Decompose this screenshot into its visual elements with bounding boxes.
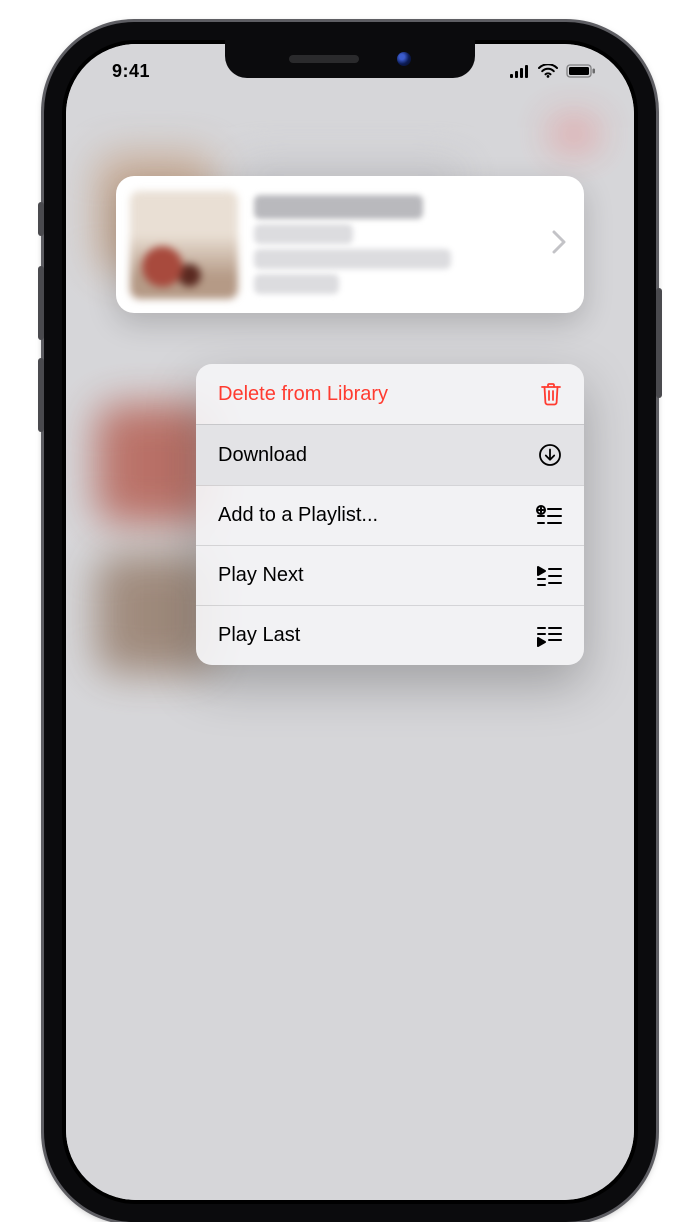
song-subtitle2 — [254, 249, 451, 269]
notch — [225, 40, 475, 78]
volume-down-button[interactable] — [38, 358, 44, 432]
battery-icon — [566, 64, 596, 78]
album-art — [130, 191, 238, 299]
menu-item-add-to-playlist[interactable]: Add to a Playlist... — [196, 485, 584, 545]
phone-frame: 9:41 — [44, 22, 656, 1222]
mute-switch[interactable] — [38, 202, 44, 236]
song-meta — [254, 190, 536, 299]
song-title — [254, 195, 423, 219]
download-circle-icon — [538, 443, 562, 467]
add-playlist-icon — [536, 505, 562, 527]
menu-item-delete-from-library[interactable]: Delete from Library — [196, 364, 584, 424]
trash-icon — [540, 382, 562, 406]
menu-item-label: Download — [218, 444, 307, 467]
play-next-icon — [536, 565, 562, 587]
menu-item-label: Play Next — [218, 564, 304, 587]
stage: 9:41 — [0, 0, 700, 724]
speaker-grille — [289, 55, 359, 63]
menu-item-label: Play Last — [218, 624, 300, 647]
volume-up-button[interactable] — [38, 266, 44, 340]
status-right — [510, 64, 596, 78]
front-camera — [397, 52, 411, 66]
menu-item-play-last[interactable]: Play Last — [196, 605, 584, 665]
status-time: 9:41 — [112, 61, 150, 82]
chevron-right-icon — [552, 230, 566, 259]
song-subtitle1 — [254, 224, 353, 244]
context-menu: Delete from Library Download Add to a Pl… — [196, 364, 584, 665]
menu-item-label: Delete from Library — [218, 383, 388, 406]
cellular-icon — [510, 65, 530, 78]
power-button[interactable] — [656, 288, 662, 398]
song-subtitle3 — [254, 274, 339, 294]
menu-item-download[interactable]: Download — [196, 424, 584, 485]
menu-item-play-next[interactable]: Play Next — [196, 545, 584, 605]
phone-bezel: 9:41 — [62, 40, 638, 1204]
screen: 9:41 — [66, 44, 634, 1200]
play-last-icon — [536, 625, 562, 647]
wifi-icon — [538, 64, 558, 78]
menu-item-label: Add to a Playlist... — [218, 504, 378, 527]
song-preview-card[interactable] — [116, 176, 584, 313]
